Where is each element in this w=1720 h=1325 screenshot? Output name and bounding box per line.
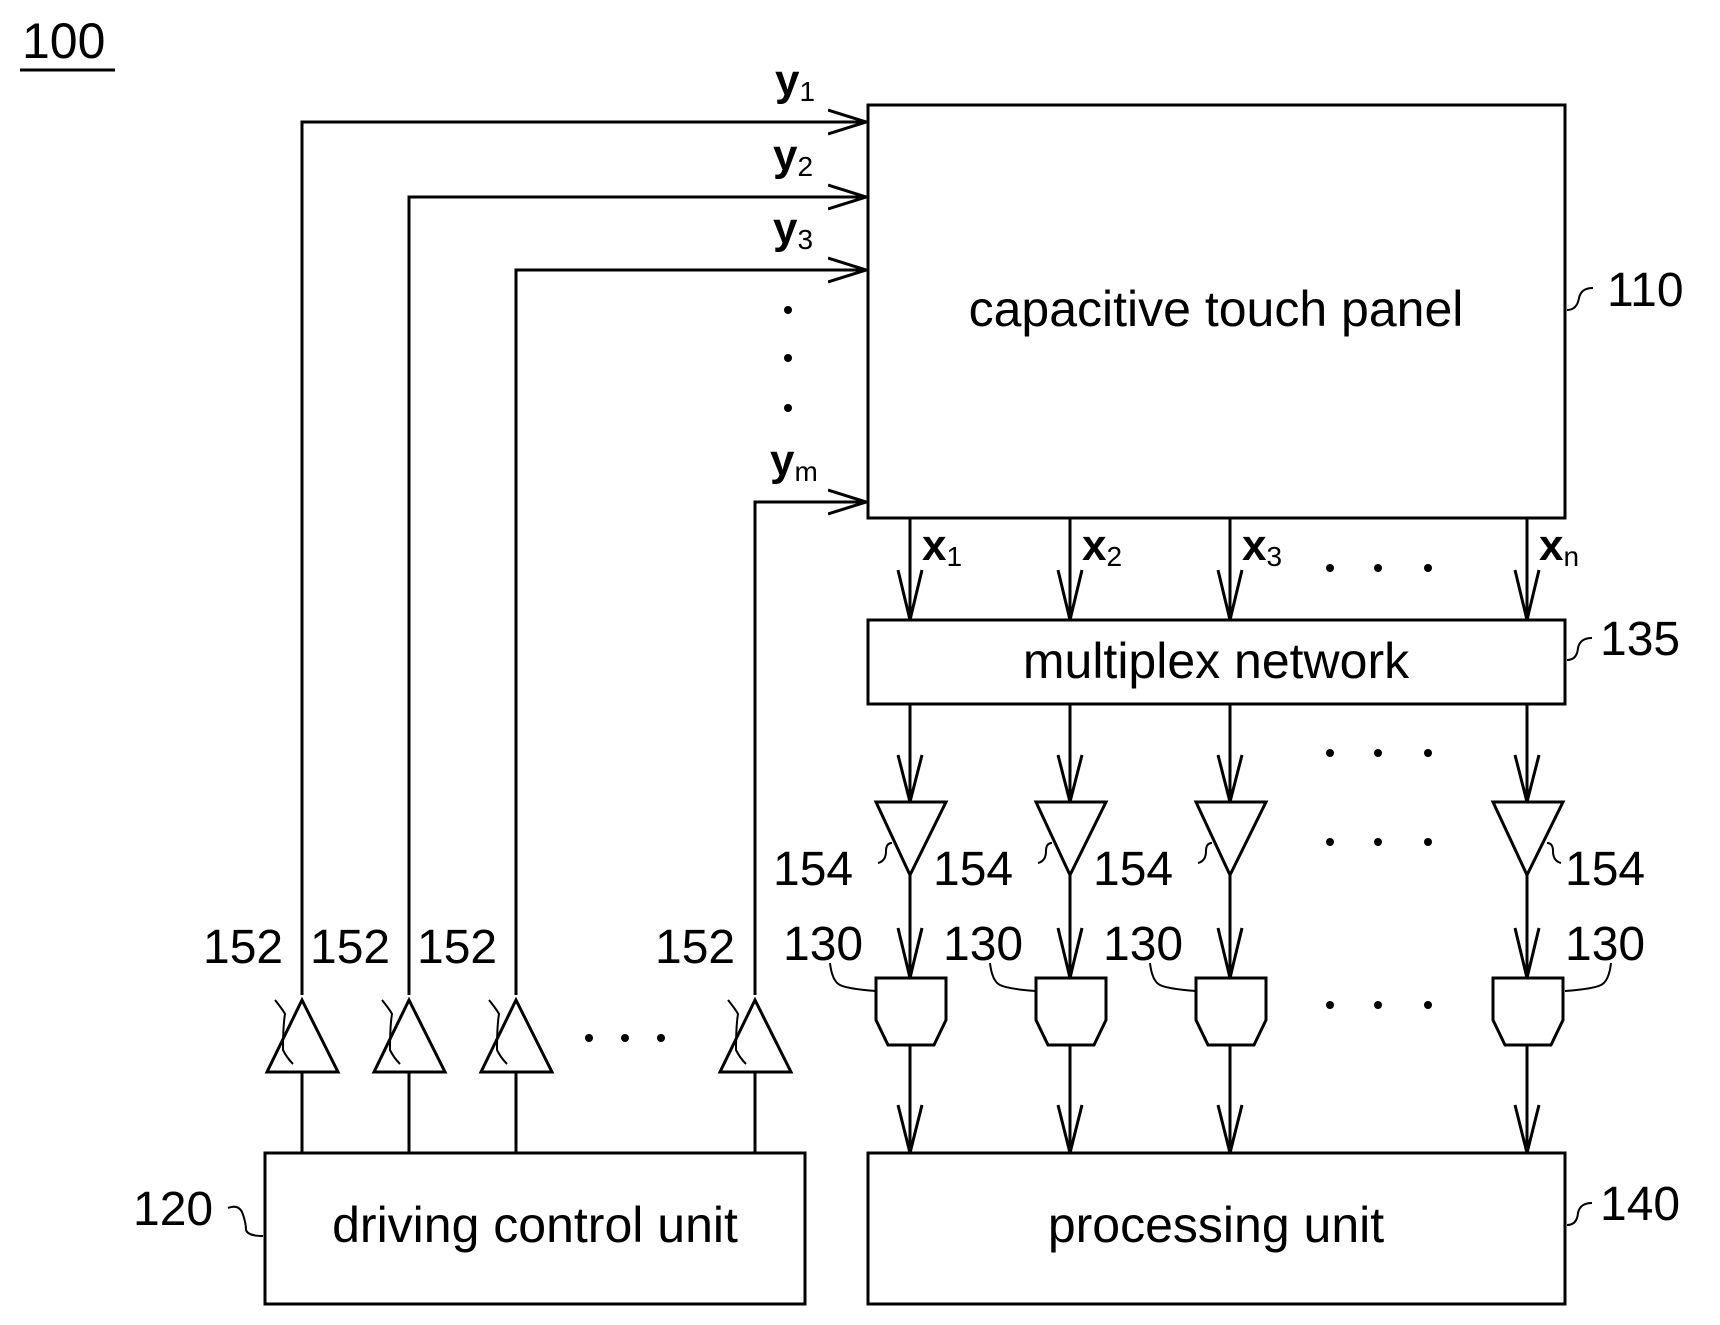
sense-line-x3: x3 [1216, 518, 1282, 621]
processing-unit: processing unit 140 [866, 1151, 1680, 1306]
mux-ref-leader [1566, 637, 1593, 661]
drive-buffer: 152 [655, 921, 794, 1074]
panel-ref-leader [1566, 287, 1594, 311]
sense-amplifier [1490, 800, 1566, 879]
drive-line-y3: y3 [514, 204, 866, 1153]
adc [874, 976, 948, 1047]
driver-label: driving control unit [332, 1197, 738, 1253]
sense-channel: 154 130 [933, 704, 1109, 1154]
capacitive-touch-panel: capacitive touch panel 110 [866, 103, 1684, 520]
svg-text:x2: x2 [1082, 521, 1122, 572]
processor-label: processing unit [1048, 1197, 1384, 1253]
driver-ref: 120 [133, 1183, 213, 1236]
sense-channels: 154 130 154 130 154 130 154 130 [773, 704, 1645, 1154]
svg-text:154: 154 [933, 843, 1013, 896]
sense-channel: 154 130 [1093, 704, 1269, 1154]
svg-text:152: 152 [417, 921, 497, 974]
sense-line-x1: x1 [896, 518, 962, 621]
mux-label: multiplex network [1023, 633, 1410, 689]
panel-label: capacitive touch panel [969, 281, 1464, 337]
sense-line-ellipsis [1326, 564, 1432, 572]
drive-line-y2: y2 [407, 131, 866, 1153]
svg-text:x1: x1 [922, 521, 962, 572]
sense-line-x2: x2 [1056, 518, 1122, 621]
svg-text:y1: y1 [775, 56, 815, 107]
svg-text:xn: xn [1539, 521, 1579, 572]
svg-text:130: 130 [783, 918, 863, 971]
mux-ref: 135 [1600, 613, 1680, 666]
svg-text:130: 130 [1103, 918, 1183, 971]
adc [1491, 976, 1565, 1047]
multiplex-network: multiplex network 135 [866, 613, 1680, 706]
svg-text:y2: y2 [773, 131, 813, 182]
svg-text:130: 130 [1565, 918, 1645, 971]
svg-text:154: 154 [773, 843, 853, 896]
drive-buffer-ellipsis [585, 1034, 665, 1042]
panel-ref: 110 [1607, 264, 1684, 317]
adc [1194, 976, 1268, 1047]
sense-lines: x1 x2 x3 xn [896, 518, 1579, 621]
driving-control-unit: driving control unit 120 [133, 1151, 807, 1306]
processor-ref-leader [1566, 1202, 1593, 1226]
driver-to-buffer-wires [300, 1072, 757, 1153]
driver-ref-leader [227, 1205, 264, 1237]
drive-lines: y1 y2 y3 ym [300, 56, 866, 1153]
svg-text:152: 152 [310, 921, 390, 974]
svg-text:ym: ym [770, 436, 818, 487]
figure-label: 100 [20, 13, 115, 72]
diagram-canvas: 100 capacitive touch panel 110 multiplex… [20, 13, 1684, 1306]
adc [1034, 976, 1108, 1047]
channel-ellipsis [1326, 749, 1432, 1009]
svg-text:x3: x3 [1242, 521, 1282, 572]
drive-line-ellipsis [784, 306, 792, 412]
svg-text:152: 152 [655, 921, 735, 974]
sense-amplifier [1193, 800, 1269, 879]
drive-buffer: 152 [417, 921, 555, 1074]
svg-text:154: 154 [1565, 843, 1645, 896]
figure-number: 100 [22, 13, 105, 69]
processor-ref: 140 [1600, 1178, 1680, 1231]
sense-channel: 154 130 [773, 704, 949, 1154]
sense-channel: 154 130 [1490, 704, 1645, 1154]
svg-text:y3: y3 [773, 204, 813, 255]
drive-buffers: 152 152 152 152 [203, 921, 794, 1153]
sense-line-xn: xn [1513, 518, 1579, 621]
svg-text:130: 130 [943, 918, 1023, 971]
svg-text:154: 154 [1093, 843, 1173, 896]
svg-text:152: 152 [203, 921, 283, 974]
